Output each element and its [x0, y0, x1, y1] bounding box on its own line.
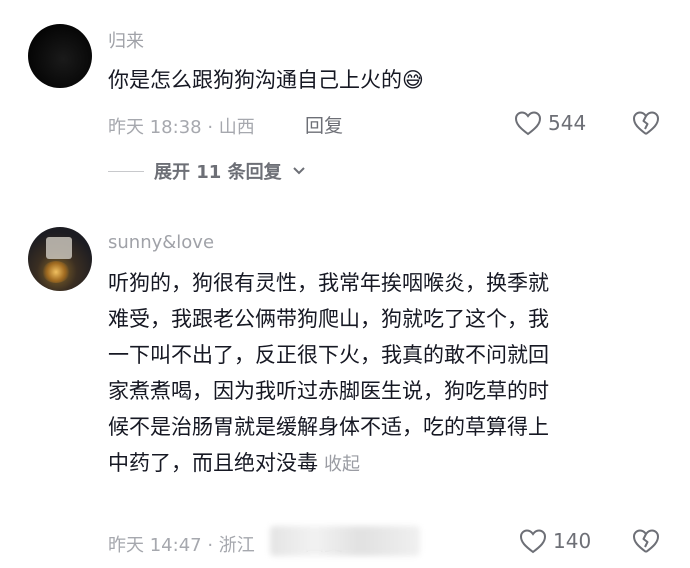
- comment-meta: 昨天 14:47 · 浙江: [108, 535, 255, 556]
- comment-text-line: 候不是治肠胃就是缓解身体不适，吃的草算得上: [108, 415, 549, 439]
- broken-heart-icon: [633, 111, 659, 135]
- watermark-blur: [270, 526, 420, 556]
- comment-text-line: 家煮煮喝，因为我听过赤脚医生说，狗吃草的时: [108, 379, 549, 403]
- comment-text-line: 难受，我跟老公俩带狗爬山，狗就吃了这个，我: [108, 307, 549, 331]
- collapse-button[interactable]: 收起: [324, 454, 360, 475]
- comment-username[interactable]: 归来: [108, 27, 144, 53]
- comment-text: 听狗的，狗很有灵性，我常年挨咽喉炎，换季就 难受，我跟老公俩带狗爬山，狗就吃了这…: [108, 265, 668, 483]
- expand-replies-button[interactable]: 展开 11 条回复: [108, 158, 306, 184]
- avatar[interactable]: [28, 24, 92, 88]
- comment-text: 你是怎么跟狗狗沟通自己上火的😅: [108, 62, 668, 98]
- comment-meta: 昨天 18:38 · 山西: [108, 117, 255, 138]
- comment-text-line: 听狗的，狗很有灵性，我常年挨咽喉炎，换季就: [108, 271, 549, 295]
- heart-icon: [514, 111, 542, 136]
- comment-text-line: 一下叫不出了，反正很下火，我真的敢不问就回: [108, 343, 549, 367]
- avatar-image-detail: [46, 237, 72, 259]
- avatar[interactable]: [28, 227, 92, 291]
- dislike-button[interactable]: [632, 528, 660, 558]
- divider: [108, 170, 144, 172]
- like-count: 140: [553, 529, 592, 553]
- comment-text-body: 你是怎么跟狗狗沟通自己上火的: [108, 68, 402, 92]
- expand-replies-label: 展开 11 条回复: [154, 162, 282, 183]
- reply-button[interactable]: 回复: [305, 111, 343, 138]
- comment-username[interactable]: sunny&love: [108, 232, 214, 253]
- like-button[interactable]: 140: [519, 528, 591, 554]
- dislike-button[interactable]: [632, 110, 660, 140]
- comment-text-line-last: 中药了，而且绝对没毒 收起: [108, 445, 668, 483]
- broken-heart-icon: [633, 529, 659, 553]
- like-button[interactable]: 544: [514, 110, 586, 136]
- like-count: 544: [548, 111, 587, 135]
- avatar-image-detail: [42, 261, 70, 283]
- comment-text-tail: 中药了，而且绝对没毒: [108, 451, 318, 475]
- grinning-sweat-emoji: 😅: [402, 68, 424, 92]
- heart-icon: [519, 529, 547, 554]
- chevron-down-icon: [292, 167, 305, 175]
